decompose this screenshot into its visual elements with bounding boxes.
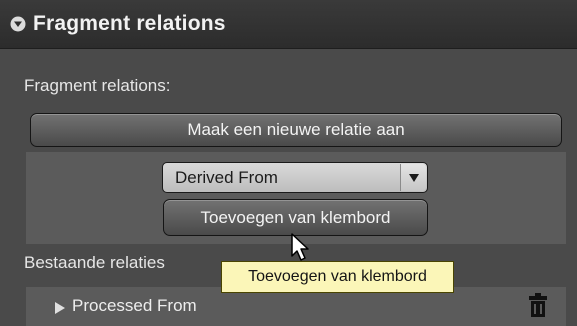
panel-header[interactable]: Fragment relations (0, 0, 577, 49)
collapse-arrow-icon[interactable] (10, 16, 26, 32)
tooltip: Toevoegen van klembord (221, 261, 454, 293)
relation-item-label: Processed From (72, 296, 197, 315)
relation-type-value: Derived From (175, 167, 278, 187)
panel-title: Fragment relations (33, 12, 226, 35)
relation-type-select[interactable]: Derived From (162, 162, 428, 193)
dropdown-arrow-icon[interactable] (400, 164, 426, 191)
add-from-clipboard-button[interactable]: Toevoegen van klembord (163, 199, 428, 236)
fragment-relations-label: Fragment relations: (24, 76, 171, 95)
trash-icon[interactable] (529, 293, 547, 317)
new-relation-button[interactable]: Maak een nieuwe relatie aan (30, 113, 562, 147)
existing-relations-label: Bestaande relaties (24, 253, 165, 272)
mouse-pointer-icon (290, 232, 312, 262)
expand-triangle-icon[interactable] (55, 301, 65, 314)
